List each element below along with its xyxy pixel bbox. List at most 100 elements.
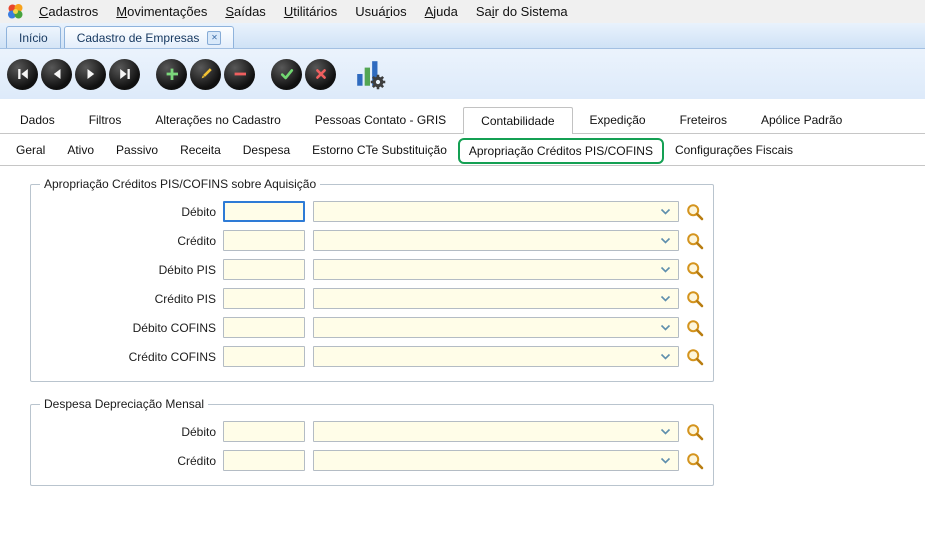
form-row: Crédito COFINS	[31, 346, 713, 367]
form-row: Débito PIS	[31, 259, 713, 280]
credito-cofins-combo[interactable]	[313, 346, 679, 367]
debito-cofins-code-input[interactable]	[223, 317, 305, 338]
debito-search-icon[interactable]	[686, 203, 704, 221]
debito-code-input[interactable]	[223, 201, 305, 222]
credito-combo[interactable]	[313, 230, 679, 251]
depreciacao-debito-search-icon[interactable]	[686, 423, 704, 441]
first-record-button[interactable]	[7, 59, 38, 90]
tab-configuracoes-fiscais[interactable]: Configurações Fiscais	[664, 143, 804, 157]
groupbox-title: Despesa Depreciação Mensal	[40, 397, 208, 411]
next-record-button[interactable]	[75, 59, 106, 90]
groupbox-apropriacao-aquisicao: Apropriação Créditos PIS/COFINS sobre Aq…	[30, 184, 714, 382]
document-tabstrip: Início Cadastro de Empresas ✕	[0, 23, 925, 49]
tab-freteiros[interactable]: Freteiros	[663, 108, 744, 133]
depreciacao-debito-code-input[interactable]	[223, 421, 305, 442]
depreciacao-debito-combo[interactable]	[313, 421, 679, 442]
tab-filtros[interactable]: Filtros	[72, 108, 139, 133]
form-row: Crédito	[31, 450, 713, 471]
chevron-down-icon	[660, 266, 671, 273]
chevron-down-icon	[660, 353, 671, 360]
menu-label-part: U	[284, 4, 293, 19]
sub-tabstrip: Geral Ativo Passivo Receita Despesa Esto…	[0, 134, 925, 166]
form-row: Débito	[31, 421, 713, 442]
credito-search-icon[interactable]	[686, 232, 704, 250]
delete-record-button[interactable]	[224, 59, 255, 90]
form-row: Débito COFINS	[31, 317, 713, 338]
menu-label-part: S	[225, 4, 234, 19]
debito-cofins-combo[interactable]	[313, 317, 679, 338]
first-record-icon	[15, 66, 31, 82]
cancel-button[interactable]	[305, 59, 336, 90]
menu-cadastros[interactable]: Cadastros	[30, 4, 107, 19]
menu-sair-do-sistema[interactable]: Sair do Sistema	[467, 4, 577, 19]
credito-pis-combo[interactable]	[313, 288, 679, 309]
debito-pis-combo[interactable]	[313, 259, 679, 280]
tab-passivo[interactable]: Passivo	[105, 143, 169, 157]
last-record-button[interactable]	[109, 59, 140, 90]
chevron-down-icon	[660, 324, 671, 331]
tab-cadastro-de-empresas[interactable]: Cadastro de Empresas ✕	[64, 26, 235, 48]
cancel-icon	[313, 66, 329, 82]
prev-record-button[interactable]	[41, 59, 72, 90]
groupbox-despesa-depreciacao: Despesa Depreciação Mensal Débito Crédit…	[30, 404, 714, 486]
edit-record-button[interactable]	[190, 59, 221, 90]
form-row: Crédito	[31, 230, 713, 251]
tab-expedicao[interactable]: Expedição	[573, 108, 663, 133]
application-window: Cadastros Movimentações Saídas Utilitári…	[0, 0, 925, 548]
depreciacao-credito-search-icon[interactable]	[686, 452, 704, 470]
groupbox-title: Apropriação Créditos PIS/COFINS sobre Aq…	[40, 177, 320, 191]
menu-movimentacoes[interactable]: Movimentações	[107, 4, 216, 19]
menu-ajuda[interactable]: Ajuda	[416, 4, 467, 19]
credito-pis-search-icon[interactable]	[686, 290, 704, 308]
confirm-button[interactable]	[271, 59, 302, 90]
form-row: Crédito PIS	[31, 288, 713, 309]
tab-apolice-padrao[interactable]: Apólice Padrão	[744, 108, 859, 133]
menu-label-part: ios	[390, 4, 407, 19]
chevron-down-icon	[660, 457, 671, 464]
tab-estorno-cte-substituicao[interactable]: Estorno CTe Substituição	[301, 143, 458, 157]
menu-utilitarios[interactable]: Utilitários	[275, 4, 346, 19]
main-tabstrip: Dados Filtros Alterações no Cadastro Pes…	[0, 107, 925, 134]
close-tab-icon[interactable]: ✕	[207, 31, 221, 45]
tab-dados[interactable]: Dados	[3, 108, 72, 133]
credito-code-input[interactable]	[223, 230, 305, 251]
report-chart-button[interactable]	[352, 56, 388, 92]
credito-pis-code-input[interactable]	[223, 288, 305, 309]
menu-label-part: C	[39, 4, 48, 19]
tab-contabilidade[interactable]: Contabilidade	[463, 107, 572, 134]
tab-inicio[interactable]: Início	[6, 26, 61, 48]
credito-cofins-code-input[interactable]	[223, 346, 305, 367]
field-label: Crédito	[31, 454, 223, 468]
tab-receita[interactable]: Receita	[169, 143, 232, 157]
tab-despesa[interactable]: Despesa	[232, 143, 301, 157]
add-record-icon	[164, 66, 180, 82]
tab-alteracoes-no-cadastro[interactable]: Alterações no Cadastro	[138, 108, 297, 133]
menu-label-part: r do Sistema	[495, 4, 568, 19]
debito-combo[interactable]	[313, 201, 679, 222]
debito-pis-search-icon[interactable]	[686, 261, 704, 279]
debito-cofins-search-icon[interactable]	[686, 319, 704, 337]
tab-pessoas-contato-gris[interactable]: Pessoas Contato - GRIS	[298, 108, 463, 133]
tab-label: Início	[19, 31, 48, 45]
menubar: Cadastros Movimentações Saídas Utilitári…	[0, 0, 925, 23]
chevron-down-icon	[660, 208, 671, 215]
debito-pis-code-input[interactable]	[223, 259, 305, 280]
chart-settings-icon	[354, 58, 386, 90]
last-record-icon	[117, 66, 133, 82]
field-label: Débito	[31, 205, 223, 219]
menu-label-part: adastros	[48, 4, 98, 19]
menu-label-part: Sa	[476, 4, 492, 19]
delete-record-icon	[232, 66, 248, 82]
menu-saidas[interactable]: Saídas	[216, 4, 274, 19]
add-record-button[interactable]	[156, 59, 187, 90]
credito-cofins-search-icon[interactable]	[686, 348, 704, 366]
edit-record-icon	[198, 66, 214, 82]
tab-ativo[interactable]: Ativo	[56, 143, 105, 157]
menu-label-part: M	[116, 4, 127, 19]
menu-usuarios[interactable]: Usuários	[346, 4, 415, 19]
tab-apropriacao-creditos-pis-cofins[interactable]: Apropriação Créditos PIS/COFINS	[458, 138, 664, 164]
menu-label-part: aídas	[234, 4, 266, 19]
tab-geral[interactable]: Geral	[5, 143, 56, 157]
depreciacao-credito-code-input[interactable]	[223, 450, 305, 471]
depreciacao-credito-combo[interactable]	[313, 450, 679, 471]
